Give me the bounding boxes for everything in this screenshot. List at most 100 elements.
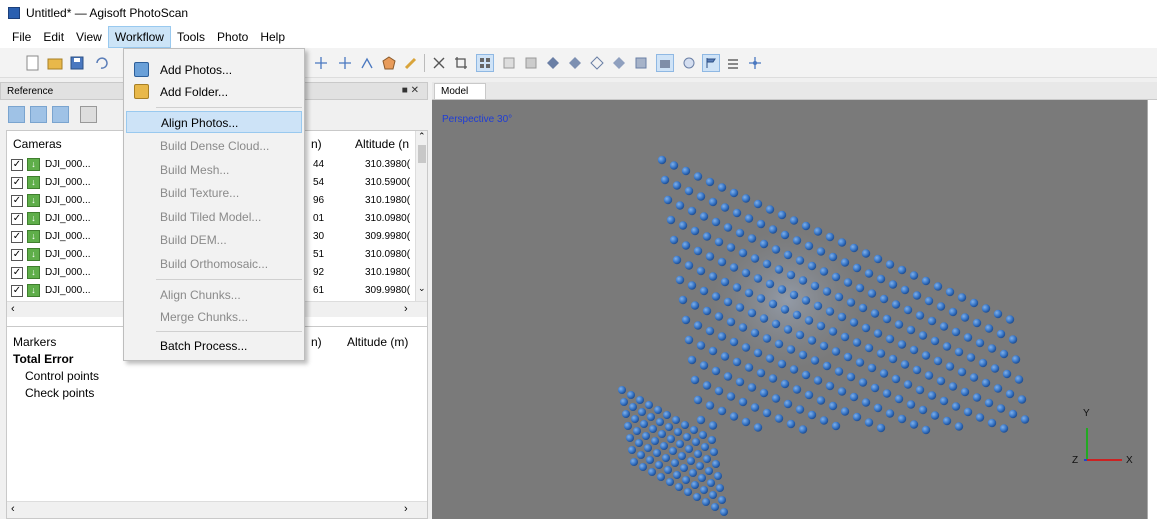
menu-build-orthomosaic[interactable]: Build Orthomosaic... (126, 253, 302, 275)
checkbox[interactable]: ✓ (11, 195, 23, 207)
menu-edit[interactable]: Edit (37, 27, 70, 47)
camera-positions-view[interactable] (432, 100, 1147, 519)
total-error-row[interactable]: Total Error (13, 352, 73, 366)
camera-position-marker (864, 343, 874, 353)
camera-position-marker (873, 329, 883, 338)
checkbox[interactable]: ✓ (11, 213, 23, 225)
cameras-column-header[interactable]: Cameras (13, 137, 62, 151)
camera-position-marker (873, 254, 883, 264)
export-icon[interactable] (30, 106, 47, 123)
column-header-partial[interactable]: n) (311, 137, 322, 151)
menu-build-tiled-model[interactable]: Build Tiled Model... (126, 206, 302, 228)
convert-icon[interactable] (52, 106, 69, 123)
camera-position-marker (753, 274, 763, 283)
ruler-icon[interactable] (358, 54, 376, 72)
horizontal-scrollbar[interactable]: ‹ › (7, 501, 427, 518)
camera-position-marker (867, 289, 877, 298)
scroll-thumb[interactable] (418, 145, 426, 163)
vertical-scrollbar[interactable]: ⌃ ⌄ (415, 131, 427, 301)
undo-icon[interactable] (92, 54, 110, 72)
panel-float-close-icon[interactable]: ■ ✕ (402, 85, 419, 96)
delete-icon[interactable] (430, 54, 448, 72)
settings-icon[interactable] (80, 106, 97, 123)
camera-position-marker (738, 248, 748, 258)
camera-position-marker (876, 349, 886, 358)
menu-tools[interactable]: Tools (171, 27, 211, 47)
wireframe-icon[interactable] (588, 54, 606, 72)
move-icon[interactable] (336, 54, 354, 72)
checkbox[interactable]: ✓ (11, 249, 23, 261)
grid-icon[interactable] (476, 54, 494, 72)
checkbox[interactable]: ✓ (11, 267, 23, 279)
camera-position-marker (774, 339, 784, 349)
pencil-icon[interactable] (402, 54, 420, 72)
menu-build-dense-cloud[interactable]: Build Dense Cloud... (126, 135, 302, 157)
scroll-left-icon[interactable]: ‹ (11, 303, 15, 315)
camera-position-marker (918, 405, 928, 415)
workflow-menu: Add Photos... Add Folder... Align Photos… (123, 48, 305, 361)
altitude-value: 309.9980( (365, 285, 411, 296)
shape-icon[interactable] (380, 54, 398, 72)
camera-position-marker (927, 391, 937, 400)
scroll-down-icon[interactable]: ⌄ (418, 283, 426, 294)
camera-position-marker (1014, 375, 1024, 384)
altitude-column-header[interactable]: Altitude (m) (347, 335, 408, 349)
select-icon[interactable] (312, 54, 330, 72)
camera-position-marker (631, 415, 639, 423)
menu-merge-chunks[interactable]: Merge Chunks... (126, 306, 302, 328)
camera-position-marker (957, 293, 967, 302)
menu-build-mesh[interactable]: Build Mesh... (126, 159, 302, 181)
model-viewport[interactable]: Perspective 30° Y Z X (432, 100, 1147, 519)
camera-position-marker (690, 426, 698, 434)
show-markers-icon[interactable] (680, 54, 698, 72)
check-points-row[interactable]: Check points (25, 386, 94, 400)
menu-align-chunks[interactable]: Align Chunks... (126, 284, 302, 306)
points-icon[interactable] (500, 54, 518, 72)
column-header-partial[interactable]: n) (311, 335, 322, 349)
shaded-model-icon[interactable] (566, 54, 584, 72)
open-folder-icon[interactable] (46, 54, 64, 72)
tab-model[interactable]: Model (434, 83, 486, 100)
checkbox[interactable]: ✓ (11, 285, 23, 297)
textured-model-icon[interactable] (610, 54, 628, 72)
scroll-right-icon[interactable]: › (404, 503, 408, 515)
control-points-row[interactable]: Control points (25, 369, 99, 383)
menu-view[interactable]: View (70, 27, 108, 47)
dense-cloud-icon[interactable] (522, 54, 540, 72)
new-file-icon[interactable] (24, 54, 42, 72)
menu-build-texture[interactable]: Build Texture... (126, 182, 302, 204)
crop-icon[interactable] (452, 54, 470, 72)
camera-position-marker (819, 416, 829, 425)
camera-position-marker (647, 413, 655, 421)
markers-column-header[interactable]: Markers (13, 335, 56, 349)
menu-batch-process[interactable]: Batch Process... (126, 335, 302, 357)
scroll-right-icon[interactable]: › (404, 303, 408, 315)
navigation-icon[interactable] (746, 54, 764, 72)
menu-photo[interactable]: Photo (211, 27, 254, 47)
menu-build-dem[interactable]: Build DEM... (126, 229, 302, 251)
checkbox[interactable]: ✓ (11, 159, 23, 171)
show-cameras-icon[interactable] (656, 54, 674, 72)
import-icon[interactable] (8, 106, 25, 123)
solid-model-icon[interactable] (544, 54, 562, 72)
camera-position-marker (663, 195, 673, 205)
show-region-icon[interactable] (702, 54, 720, 72)
menu-align-photos[interactable]: Align Photos... (126, 111, 302, 133)
camera-position-marker (646, 456, 654, 464)
menu-workflow[interactable]: Workflow (107, 26, 171, 48)
camera-position-marker (771, 394, 781, 403)
camera-position-marker (780, 305, 790, 314)
scroll-up-icon[interactable]: ⌃ (418, 131, 426, 142)
menu-file[interactable]: File (6, 27, 37, 47)
menu-add-folder[interactable]: Add Folder... (126, 81, 302, 103)
menu-help[interactable]: Help (254, 27, 291, 47)
save-icon[interactable] (68, 54, 86, 72)
tiled-model-icon[interactable] (632, 54, 650, 72)
checkbox[interactable]: ✓ (11, 231, 23, 243)
altitude-column-header[interactable]: Altitude (n (355, 137, 409, 151)
menu-add-photos[interactable]: Add Photos... (126, 59, 302, 81)
checkbox[interactable]: ✓ (11, 177, 23, 189)
shapes-layer-icon[interactable] (724, 54, 742, 72)
camera-position-marker (870, 383, 880, 393)
scroll-left-icon[interactable]: ‹ (11, 503, 15, 515)
